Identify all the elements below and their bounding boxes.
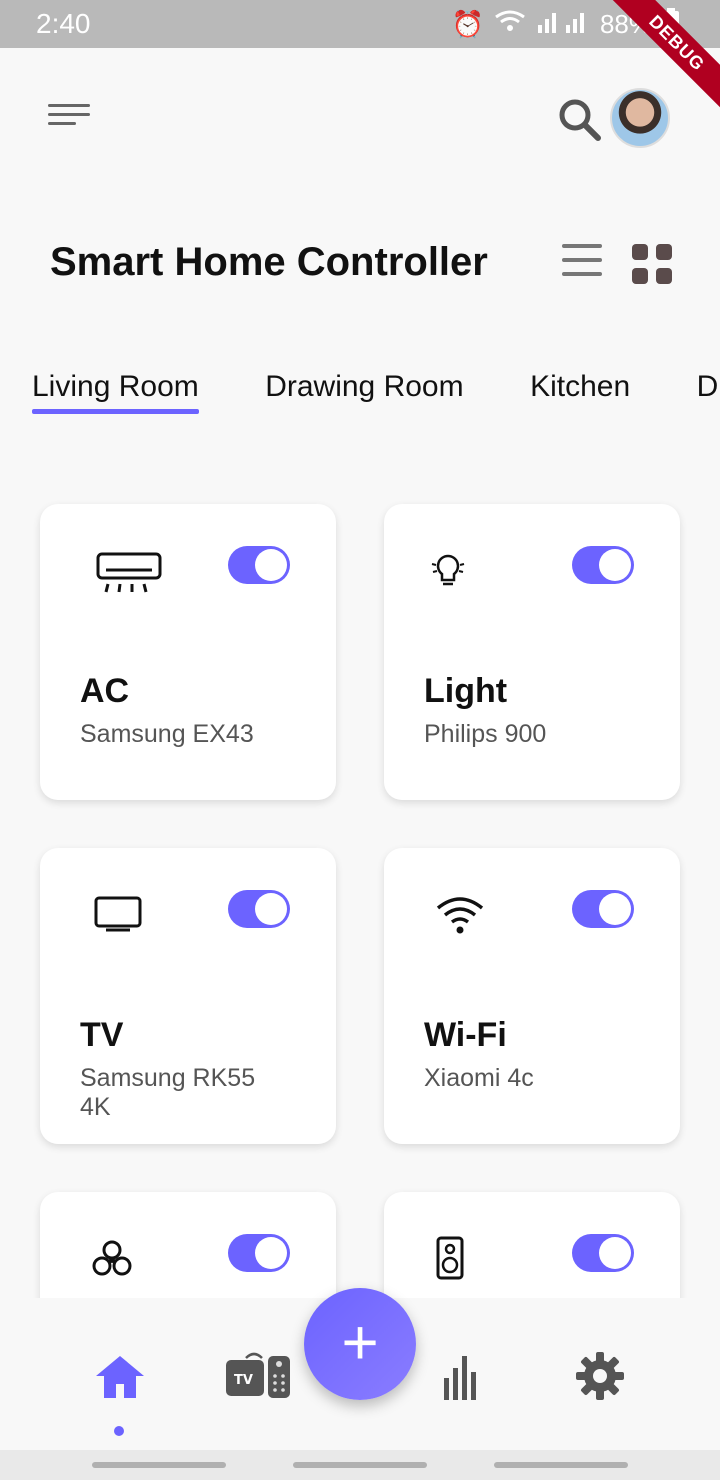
- device-name: Light: [424, 672, 508, 710]
- bottom-nav: TV +: [0, 1288, 720, 1450]
- tab-drawing-room[interactable]: Drawing Room: [265, 370, 463, 414]
- room-tabs: Living Room Drawing Room Kitchen D: [32, 370, 720, 420]
- status-bar: 2:40 ⏰ 88% DEBUG: [0, 0, 720, 128]
- tab-more[interactable]: D: [697, 370, 719, 414]
- device-model: Samsung EX43: [80, 720, 254, 748]
- device-grid: AC Samsung EX43 Light Philips 900 TV Sam…: [0, 440, 720, 1298]
- home-icon[interactable]: [90, 1350, 150, 1410]
- tab-kitchen[interactable]: Kitchen: [530, 370, 630, 414]
- grid-view-icon[interactable]: [632, 244, 672, 284]
- fan-icon: [90, 1236, 162, 1288]
- tab-living-room[interactable]: Living Room: [32, 370, 199, 414]
- signal-icon: [536, 9, 590, 40]
- device-model: Samsung RK55 4K: [80, 1064, 256, 1121]
- device-card-speaker[interactable]: [384, 1192, 680, 1298]
- wifi-status-icon: [494, 9, 526, 40]
- device-name: Wi-Fi: [424, 1016, 507, 1054]
- device-model: Xiaomi 4c: [424, 1064, 534, 1092]
- wifi-power-toggle[interactable]: [572, 890, 634, 928]
- search-icon[interactable]: [556, 96, 604, 144]
- device-card-fan[interactable]: [40, 1192, 336, 1298]
- speaker-power-toggle[interactable]: [572, 1234, 634, 1272]
- tv-icon: [94, 892, 166, 944]
- light-bulb-icon: [428, 548, 500, 600]
- add-icon: +: [341, 1306, 379, 1378]
- device-card-light[interactable]: Light Philips 900: [384, 504, 680, 800]
- settings-icon[interactable]: [574, 1350, 634, 1410]
- alarm-icon: ⏰: [451, 9, 484, 39]
- fan-power-toggle[interactable]: [228, 1234, 290, 1272]
- add-device-button[interactable]: +: [304, 1288, 416, 1400]
- system-nav-bar: [0, 1450, 720, 1480]
- list-view-icon[interactable]: [562, 244, 602, 282]
- system-home-handle[interactable]: [293, 1462, 427, 1468]
- device-name: AC: [80, 672, 130, 710]
- light-power-toggle[interactable]: [572, 546, 634, 584]
- device-card-ac[interactable]: AC Samsung EX43: [40, 504, 336, 800]
- page-title: Smart Home Controller: [50, 240, 488, 284]
- svg-text:TV: TV: [234, 1373, 253, 1388]
- system-recents-handle[interactable]: [494, 1462, 628, 1468]
- avatar[interactable]: [610, 88, 670, 148]
- active-indicator: [114, 1426, 124, 1436]
- speaker-icon: [434, 1236, 506, 1288]
- device-card-wifi[interactable]: Wi-Fi Xiaomi 4c: [384, 848, 680, 1144]
- air-conditioner-icon: [94, 548, 166, 600]
- device-card-tv[interactable]: TV Samsung RK55 4K: [40, 848, 336, 1144]
- system-back-handle[interactable]: [92, 1462, 226, 1468]
- status-time: 2:40: [36, 8, 91, 39]
- device-model: Philips 900: [424, 720, 547, 748]
- menu-icon[interactable]: [48, 104, 96, 130]
- stats-icon[interactable]: [440, 1350, 500, 1410]
- wifi-icon: [434, 892, 506, 944]
- tv-power-toggle[interactable]: [228, 890, 290, 928]
- tv-remote-icon[interactable]: TV: [224, 1350, 294, 1410]
- device-name: TV: [80, 1016, 124, 1054]
- ac-power-toggle[interactable]: [228, 546, 290, 584]
